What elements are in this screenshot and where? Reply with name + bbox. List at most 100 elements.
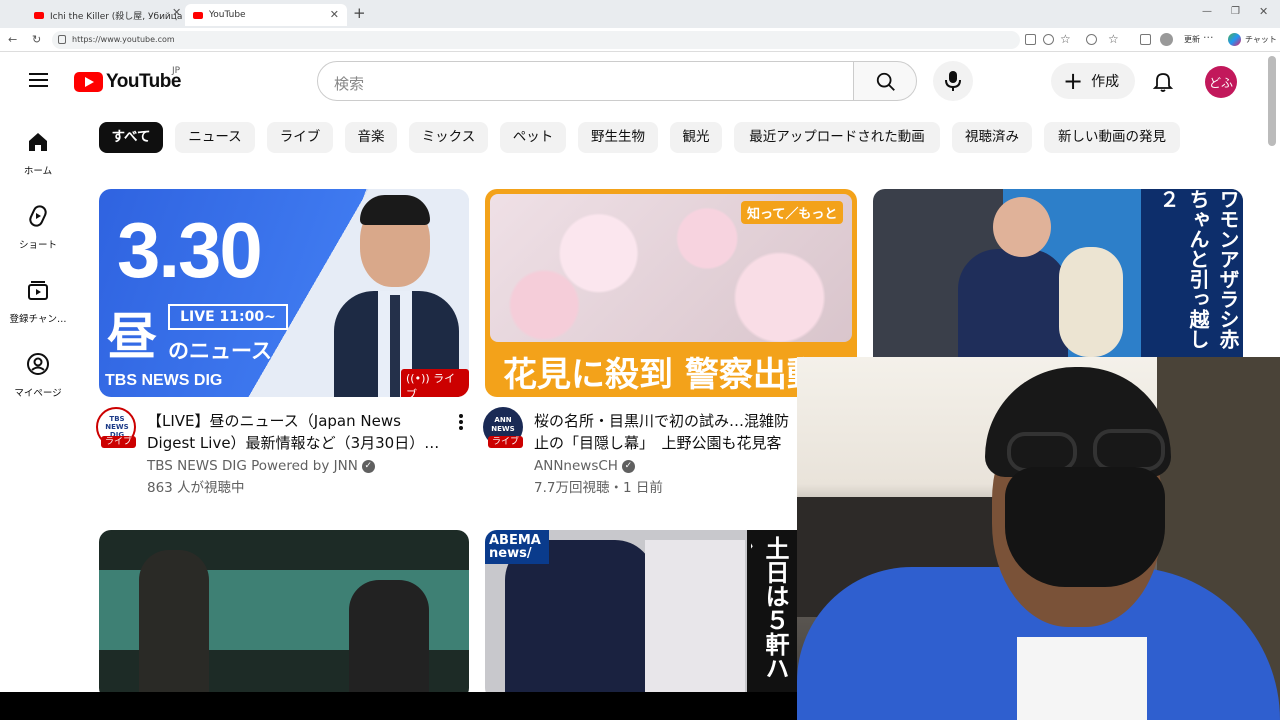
chip-live[interactable]: ライブ — [267, 122, 333, 153]
seal-pup-image — [1059, 247, 1123, 357]
youtube-logo[interactable]: YouTube — [74, 71, 181, 93]
account-avatar[interactable]: どふ — [1205, 66, 1237, 98]
create-button[interactable]: + 作成 — [1051, 63, 1135, 99]
thumbnail-caption: 花見に殺到 警察出動 — [503, 355, 821, 395]
more-menu-icon[interactable]: ··· — [1203, 31, 1214, 44]
zoom-icon[interactable] — [1043, 34, 1054, 45]
youtube-favicon-icon — [193, 11, 203, 19]
chip-mix[interactable]: ミックス — [409, 122, 488, 153]
chip-label: ニュース — [188, 129, 242, 145]
glasses-right-icon — [1093, 429, 1165, 471]
thumbnail-caption: ワモンアザラシ赤ちゃんと引っ越し２ — [1156, 189, 1240, 349]
menu-icon[interactable] — [29, 73, 48, 88]
profile-icon[interactable] — [1160, 33, 1173, 46]
home-icon — [29, 133, 47, 151]
chip-music[interactable]: 音楽 — [345, 122, 397, 153]
url-text: https://www.youtube.com — [72, 35, 175, 44]
chip-new-to-you[interactable]: 新しい動画の発見 — [1044, 122, 1180, 153]
copilot-icon[interactable] — [1228, 33, 1241, 46]
sidebar-item-label: マイページ — [14, 388, 62, 399]
reader-icon[interactable] — [1025, 34, 1036, 45]
search-button[interactable] — [853, 61, 917, 101]
search-input[interactable]: 検索 — [317, 61, 854, 101]
browser-tab-ichi[interactable]: Ichi the Killer (殺し屋, Убийца Иче — [26, 4, 184, 26]
actor-image — [349, 580, 429, 700]
chat-label[interactable]: チャット — [1245, 34, 1277, 45]
update-label[interactable]: 更新 — [1184, 34, 1200, 45]
thumbnail-tag: 知って／もっと — [741, 201, 844, 224]
chip-recently-uploaded[interactable]: 最近アップロードされた動画 — [734, 122, 940, 153]
search-placeholder: 検索 — [334, 75, 365, 93]
minimize-icon[interactable]: — — [1202, 6, 1212, 17]
video-thumbnail-drama[interactable] — [99, 530, 469, 700]
thumbnail-live-time: LIVE 11:00~ — [168, 304, 288, 330]
url-field[interactable]: https://www.youtube.com — [52, 31, 1020, 49]
search-icon — [876, 72, 895, 91]
close-tab-icon[interactable]: ✕ — [330, 8, 339, 21]
voice-search-button[interactable] — [933, 61, 973, 101]
video-title[interactable]: 【LIVE】昼のニュース（Japan News Digest Live）最新情報… — [147, 410, 452, 454]
microphone-icon — [945, 71, 961, 91]
chip-all[interactable]: すべて — [99, 122, 163, 153]
tab-title: Ichi the Killer (殺し屋, Убийца Иче — [50, 11, 184, 22]
close-window-icon[interactable]: ✕ — [1259, 5, 1268, 18]
chip-tourism[interactable]: 観光 — [670, 122, 722, 153]
chip-news[interactable]: ニュース — [175, 122, 255, 153]
browser-tab-youtube[interactable]: YouTube ✕ — [185, 4, 347, 26]
sidebar-item-subscriptions[interactable]: 登録チャン… — [0, 278, 76, 325]
chip-label: すべて — [111, 129, 151, 145]
collections-icon[interactable] — [1140, 34, 1151, 45]
chip-label: ライブ — [279, 129, 321, 145]
create-label: 作成 — [1091, 74, 1120, 90]
chip-wildlife[interactable]: 野生生物 — [578, 122, 658, 153]
abema-news-logo: ABEMA news/ — [485, 530, 549, 564]
sidebar-item-label: 登録チャン… — [9, 314, 67, 325]
thumbnail-kanji: 昼 — [107, 308, 157, 366]
webcam-overlay — [797, 357, 1280, 720]
chip-label: 観光 — [682, 129, 710, 145]
shorts-icon — [29, 205, 47, 227]
site-info-icon[interactable] — [58, 35, 66, 44]
page-scrollbar[interactable] — [1268, 56, 1276, 146]
maximize-icon[interactable]: ❐ — [1231, 6, 1240, 17]
tab-title: YouTube — [209, 10, 246, 20]
live-broadcast-icon: ((•)) — [406, 372, 434, 385]
verified-icon: ✓ — [361, 459, 375, 473]
news-anchor-image — [334, 195, 459, 397]
white-shirt-image — [1017, 637, 1147, 720]
claw-machine-image — [645, 540, 745, 700]
chip-label: ペット — [512, 129, 554, 145]
favorite-star-icon[interactable]: ☆ — [1060, 32, 1071, 46]
video-meta: 7.7万回視聴・1 日前 — [534, 480, 663, 496]
back-icon[interactable]: ← — [8, 33, 17, 46]
subscriptions-icon — [28, 281, 48, 300]
channel-name[interactable]: TBS NEWS DIG Powered by JNN ✓ — [147, 455, 375, 477]
thumbnail-caption: 土日は５軒ハシ — [751, 536, 789, 680]
chip-label: 音楽 — [357, 129, 385, 145]
notifications-bell-icon[interactable] — [1151, 69, 1175, 93]
close-tab-icon[interactable]: ✕ — [172, 6, 181, 19]
chip-watched[interactable]: 視聴済み — [952, 122, 1032, 153]
more-options-icon[interactable] — [457, 412, 465, 432]
chip-label: 視聴済み — [965, 129, 1019, 145]
channel-name-text: ANNnewsCH — [534, 458, 618, 474]
chip-pets[interactable]: ペット — [500, 122, 566, 153]
reload-icon[interactable]: ↻ — [32, 33, 41, 46]
glasses-left-icon — [1007, 432, 1077, 472]
new-tab-icon[interactable]: + — [353, 4, 366, 22]
video-thumbnail-tbs[interactable]: 3.30 昼 LIVE 11:00~ のニュース TBS NEWS DIG ((… — [99, 189, 469, 397]
video-title[interactable]: 桜の名所・目黒川で初の試み…混雑防止の「目隠し幕」 上野公園も花見客が… — [534, 410, 798, 454]
sidebar-item-mypage[interactable]: マイページ — [0, 352, 76, 399]
channel-avatar-text: ANN NEWS — [491, 416, 515, 433]
thumbnail-date: 3.30 — [117, 206, 263, 294]
verified-icon: ✓ — [621, 459, 635, 473]
channel-name[interactable]: ANNnewsCH ✓ — [534, 455, 635, 477]
favorites-icon[interactable]: ☆ — [1108, 32, 1119, 46]
thumbnail-news-text: のニュース — [168, 339, 272, 363]
region-label: JP — [172, 66, 181, 76]
thumbnail-brand: TBS NEWS DIG — [105, 372, 223, 389]
sidebar-item-home[interactable]: ホーム — [0, 130, 76, 177]
chip-label: 新しい動画の発見 — [1058, 129, 1166, 145]
sidebar-item-shorts[interactable]: ショート — [0, 204, 76, 251]
refresh-extension-icon[interactable] — [1086, 34, 1097, 45]
